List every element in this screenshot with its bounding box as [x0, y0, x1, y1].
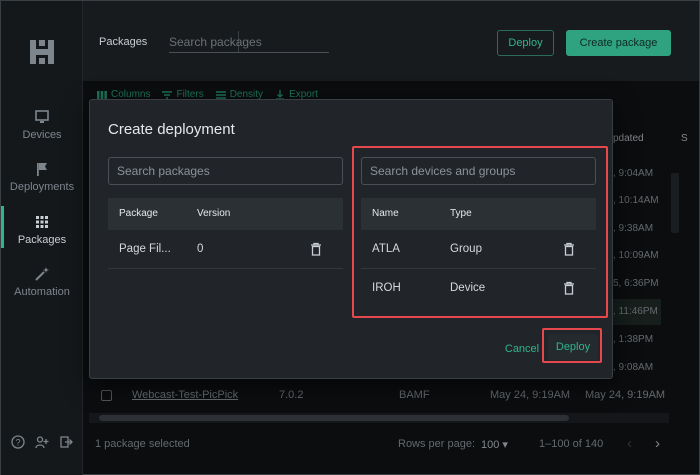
- search-packages-input[interactable]: [169, 31, 329, 53]
- create-package-button[interactable]: Create package: [566, 30, 671, 56]
- packages-table: Package Version Page Fil... 0: [108, 198, 343, 269]
- sidebar-item-devices[interactable]: Devices: [1, 109, 83, 141]
- sidebar: Devices Deployments Packages Automation …: [1, 1, 83, 475]
- sidebar-item-label: Devices: [22, 129, 62, 141]
- trash-icon[interactable]: [310, 242, 322, 256]
- add-user-icon[interactable]: [35, 435, 49, 449]
- page-title: Packages: [99, 36, 148, 48]
- highlight-outline: [542, 328, 602, 363]
- sidebar-item-automation[interactable]: Automation: [1, 266, 83, 298]
- dialog-title: Create deployment: [108, 121, 235, 138]
- package-version: 0: [197, 243, 204, 255]
- package-name: Page Fil...: [119, 243, 171, 255]
- grid-icon: [36, 216, 48, 228]
- table-header: Package Version: [108, 198, 343, 230]
- monitor-icon: [35, 110, 49, 123]
- search-packages-input[interactable]: [108, 157, 343, 185]
- app-logo-icon: [30, 40, 54, 64]
- table-row: Page Fil... 0: [108, 230, 343, 269]
- sidebar-item-label: Deployments: [9, 181, 75, 193]
- column-header-version: Version: [197, 208, 231, 219]
- deploy-button[interactable]: Deploy: [497, 30, 554, 56]
- highlight-outline: [352, 146, 608, 318]
- svg-text:?: ?: [15, 438, 20, 448]
- magic-wand-icon: [35, 267, 49, 281]
- cancel-button[interactable]: Cancel: [498, 338, 546, 360]
- sidebar-item-packages[interactable]: Packages: [1, 206, 83, 248]
- sidebar-item-label: Packages: [17, 234, 67, 246]
- help-icon[interactable]: ?: [11, 435, 25, 449]
- app-window: Devices Deployments Packages Automation …: [0, 0, 700, 475]
- sidebar-item-deployments[interactable]: Deployments: [1, 161, 83, 193]
- logout-icon[interactable]: [59, 435, 73, 449]
- flag-icon: [37, 163, 47, 176]
- column-header-package: Package: [119, 208, 158, 219]
- sidebar-footer: ?: [11, 435, 73, 449]
- sidebar-item-label: Automation: [14, 286, 70, 298]
